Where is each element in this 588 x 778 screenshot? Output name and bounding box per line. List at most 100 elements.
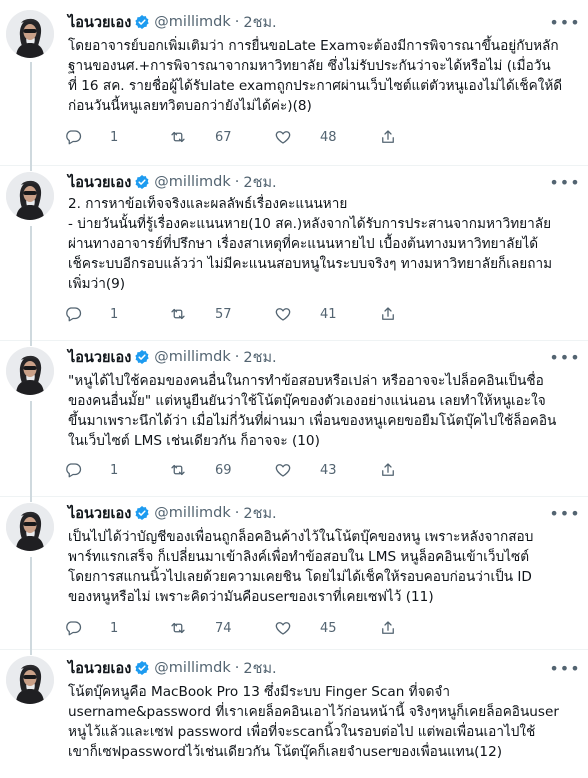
retweet-count: 74 <box>215 620 232 636</box>
avatar[interactable] <box>6 347 54 395</box>
author-name[interactable]: ไอนวยเอง <box>68 346 131 369</box>
reply-icon <box>64 128 96 146</box>
separator-dot: · <box>234 660 240 676</box>
tweet-actions: 1 69 43 <box>64 458 484 482</box>
separator-dot: · <box>234 174 240 190</box>
retweet-icon <box>169 461 201 479</box>
more-options-icon[interactable]: ••• <box>549 172 579 192</box>
share-button[interactable] <box>379 305 484 323</box>
reply-button[interactable]: 1 <box>64 461 169 479</box>
reply-count: 1 <box>110 462 119 478</box>
share-icon <box>379 461 411 479</box>
author-handle[interactable]: @millimdk <box>154 14 230 30</box>
reply-icon <box>64 619 96 637</box>
retweet-icon <box>169 305 201 323</box>
reply-button[interactable]: 1 <box>64 619 169 637</box>
like-count: 45 <box>320 620 337 636</box>
tweet-11[interactable]: ไอนวยเอง @millimdk · 2ชม. ••• เป็นไปได้ว… <box>0 497 588 650</box>
author-name[interactable]: ไอนวยเอง <box>68 502 131 525</box>
tweet-actions: 1 74 45 <box>64 616 484 640</box>
heart-icon <box>274 128 306 146</box>
verified-badge-icon <box>134 349 150 365</box>
reply-icon <box>64 461 96 479</box>
retweet-count: 69 <box>215 462 232 478</box>
tweet-8[interactable]: ไอนวยเอง @millimdk · 2ชม. ••• โดยอาจารย์… <box>0 0 588 166</box>
thread-line <box>30 166 32 171</box>
more-options-icon[interactable]: ••• <box>549 12 579 32</box>
tweet-header: ไอนวยเอง @millimdk · 2ชม. <box>68 658 277 678</box>
tweet-text: โน้ตบุ๊คหนูคือ MacBook Pro 13 ซึ่งมีระบบ… <box>68 684 559 760</box>
retweet-count: 57 <box>215 306 232 322</box>
separator-dot: · <box>234 14 240 30</box>
heart-icon <box>274 461 306 479</box>
more-options-icon[interactable]: ••• <box>549 658 579 678</box>
separator-dot: · <box>234 349 240 365</box>
author-name[interactable]: ไอนวยเอง <box>68 171 131 194</box>
retweet-icon <box>169 619 201 637</box>
share-icon <box>379 305 411 323</box>
share-button[interactable] <box>379 619 484 637</box>
author-name[interactable]: ไอนวยเอง <box>68 657 131 680</box>
retweet-count: 67 <box>215 129 232 145</box>
tweet-10[interactable]: ไอนวยเอง @millimdk · 2ชม. ••• "หนูได้ไปใ… <box>0 341 588 497</box>
avatar[interactable] <box>6 503 54 551</box>
like-button[interactable]: 45 <box>274 619 379 637</box>
more-options-icon[interactable]: ••• <box>549 347 579 367</box>
reply-button[interactable]: 1 <box>64 128 169 146</box>
thread-line <box>30 557 32 650</box>
avatar[interactable] <box>6 172 54 220</box>
avatar[interactable] <box>6 656 54 704</box>
verified-badge-icon <box>134 14 150 30</box>
like-button[interactable]: 48 <box>274 128 379 146</box>
heart-icon <box>274 305 306 323</box>
retweet-button[interactable]: 69 <box>169 461 274 479</box>
thread-line <box>30 341 32 346</box>
tweet-9[interactable]: ไอนวยเอง @millimdk · 2ชม. ••• 2. การหาข้… <box>0 166 588 341</box>
like-count: 41 <box>320 306 337 322</box>
reply-count: 1 <box>110 306 119 322</box>
tweet-time[interactable]: 2ชม. <box>243 171 276 194</box>
tweet-header: ไอนวยเอง @millimdk · 2ชม. <box>68 12 277 32</box>
author-name[interactable]: ไอนวยเอง <box>68 11 131 34</box>
thread-line <box>30 62 32 166</box>
retweet-button[interactable]: 67 <box>169 128 274 146</box>
like-button[interactable]: 41 <box>274 305 379 323</box>
reply-count: 1 <box>110 620 119 636</box>
retweet-button[interactable]: 74 <box>169 619 274 637</box>
reply-count: 1 <box>110 129 119 145</box>
retweet-button[interactable]: 57 <box>169 305 274 323</box>
more-options-icon[interactable]: ••• <box>549 503 579 523</box>
verified-badge-icon <box>134 660 150 676</box>
like-button[interactable]: 43 <box>274 461 379 479</box>
tweet-text: เป็นไปได้ว่าบัญชีของเพื่อนถูกล็อคอินค้าง… <box>68 529 534 605</box>
tweet-time[interactable]: 2ชม. <box>243 11 276 34</box>
share-icon <box>379 619 411 637</box>
tweet-header: ไอนวยเอง @millimdk · 2ชม. <box>68 172 277 192</box>
verified-badge-icon <box>134 505 150 521</box>
share-button[interactable] <box>379 128 484 146</box>
tweet-12[interactable]: ไอนวยเอง @millimdk · 2ชม. ••• โน้ตบุ๊คหน… <box>0 650 588 778</box>
like-count: 43 <box>320 462 337 478</box>
author-handle[interactable]: @millimdk <box>154 174 230 190</box>
tweet-time[interactable]: 2ชม. <box>243 657 276 680</box>
thread-line <box>30 650 32 655</box>
thread-line <box>30 226 32 341</box>
tweet-actions: 1 67 48 <box>64 125 484 149</box>
author-handle[interactable]: @millimdk <box>154 660 230 676</box>
separator-dot: · <box>234 505 240 521</box>
author-handle[interactable]: @millimdk <box>154 505 230 521</box>
tweet-text: 2. การหาข้อเท็จจริงและผลลัพธ์เรื่องคะแนน… <box>68 196 553 292</box>
avatar[interactable] <box>6 10 54 58</box>
tweet-header: ไอนวยเอง @millimdk · 2ชม. <box>68 503 277 523</box>
like-count: 48 <box>320 129 337 145</box>
share-button[interactable] <box>379 461 484 479</box>
retweet-icon <box>169 128 201 146</box>
tweet-time[interactable]: 2ชม. <box>243 502 276 525</box>
tweet-thread: ไอนวยเอง @millimdk · 2ชม. ••• โดยอาจารย์… <box>0 0 588 778</box>
thread-line <box>30 497 32 502</box>
tweet-header: ไอนวยเอง @millimdk · 2ชม. <box>68 347 277 367</box>
author-handle[interactable]: @millimdk <box>154 349 230 365</box>
tweet-actions: 1 57 41 <box>64 302 484 326</box>
reply-button[interactable]: 1 <box>64 305 169 323</box>
tweet-time[interactable]: 2ชม. <box>243 346 276 369</box>
